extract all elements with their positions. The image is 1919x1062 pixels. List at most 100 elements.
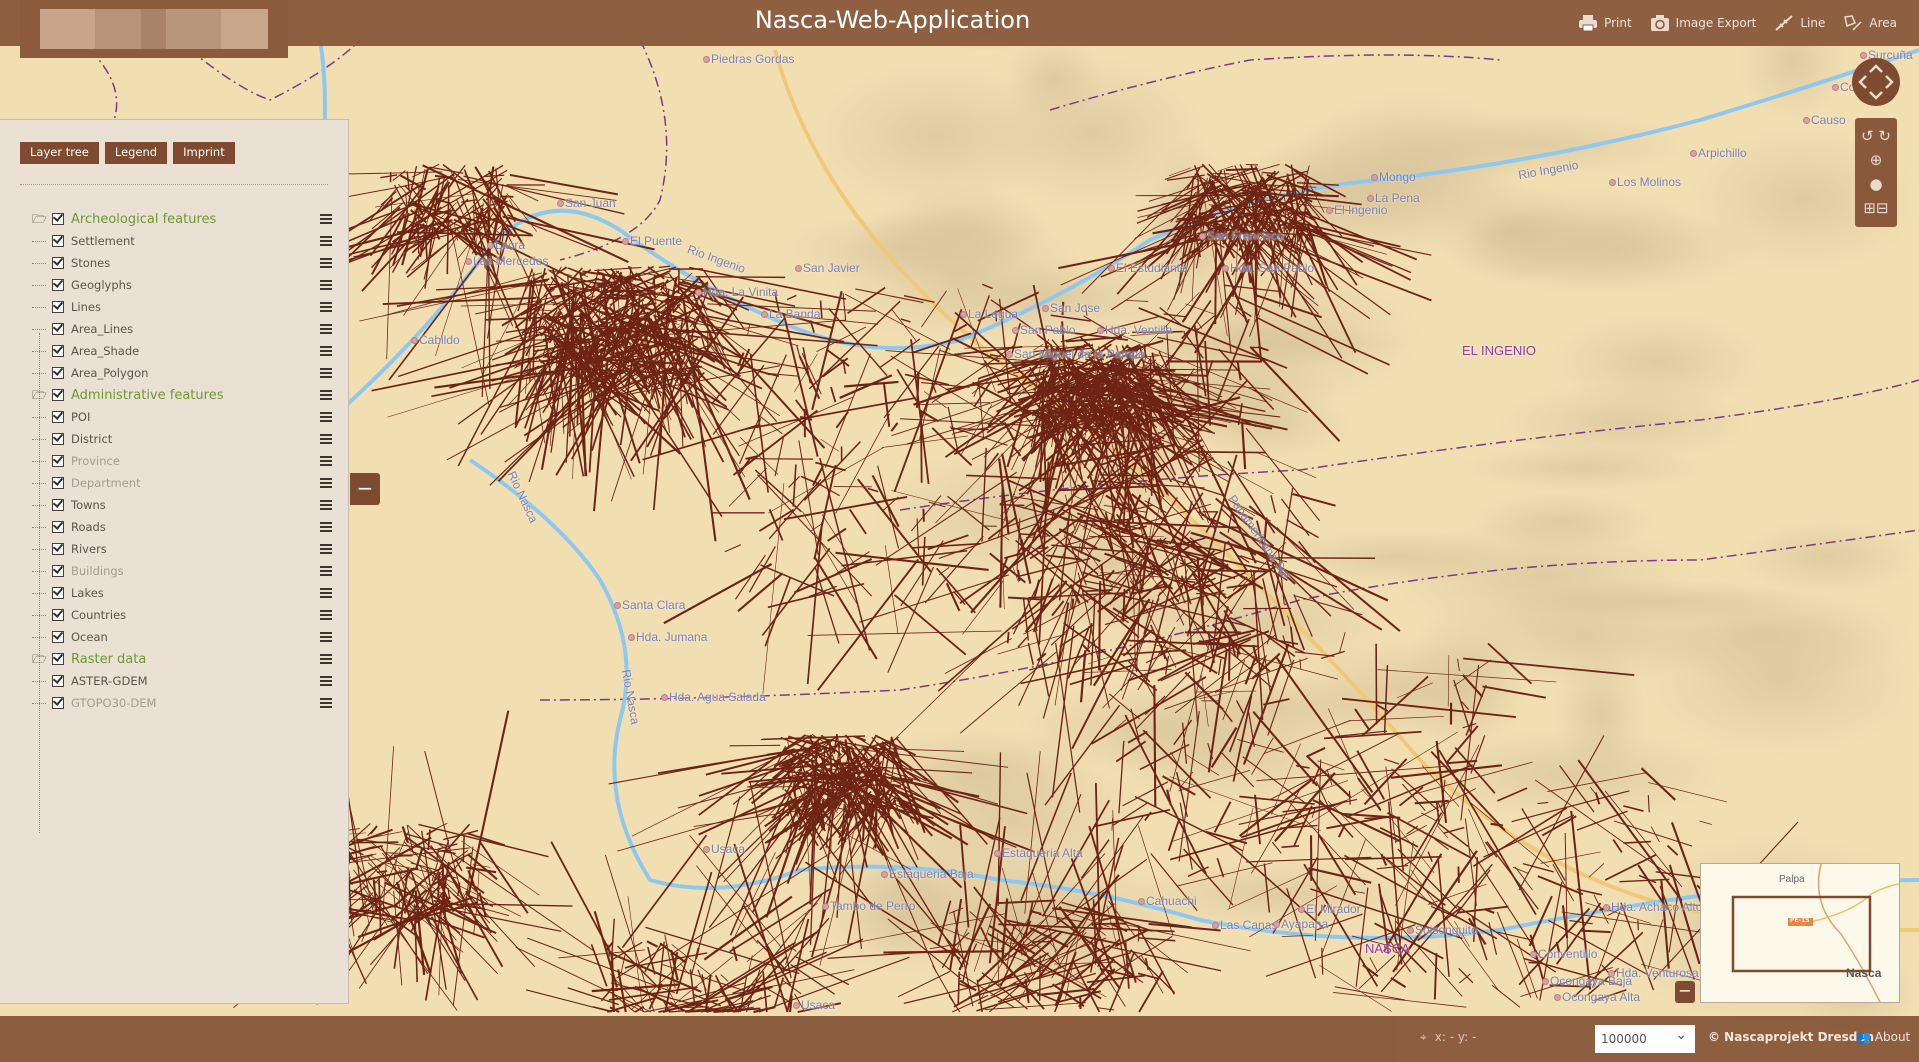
layer-checkbox[interactable]: [52, 345, 64, 357]
measure-area-button[interactable]: Area: [1843, 14, 1897, 32]
menu-icon[interactable]: [320, 676, 332, 686]
menu-icon[interactable]: [320, 214, 332, 224]
menu-icon[interactable]: [320, 500, 332, 510]
place-label: Ayapana: [1273, 917, 1328, 931]
menu-icon[interactable]: [320, 280, 332, 290]
about-link[interactable]: 👥 About: [1856, 1030, 1910, 1044]
menu-icon[interactable]: [320, 654, 332, 664]
folder-open-icon[interactable]: 🗁: [32, 388, 47, 402]
layer-item[interactable]: District: [32, 428, 332, 450]
menu-icon[interactable]: [320, 522, 332, 532]
menu-icon[interactable]: [320, 412, 332, 422]
layer-group[interactable]: 🗁 Archeological features: [32, 208, 332, 230]
layer-item[interactable]: Towns: [32, 494, 332, 516]
menu-icon[interactable]: [320, 456, 332, 466]
place-label: San Juan: [557, 196, 616, 210]
redo-icon[interactable]: ↻: [1878, 127, 1891, 145]
layer-checkbox[interactable]: [52, 213, 64, 225]
measure-line-button[interactable]: Line: [1774, 14, 1825, 32]
layer-checkbox[interactable]: [52, 675, 64, 687]
layer-item[interactable]: GTOPO30-DEM: [32, 692, 332, 714]
geoglyph-line: [1490, 822, 1503, 827]
layer-group[interactable]: 🗁 Raster data: [32, 648, 332, 670]
layer-checkbox[interactable]: [52, 301, 64, 313]
layer-checkbox[interactable]: [52, 609, 64, 621]
layer-item[interactable]: Province: [32, 450, 332, 472]
layer-item[interactable]: Buildings: [32, 560, 332, 582]
layer-item[interactable]: Ocean: [32, 626, 332, 648]
layer-item[interactable]: Area_Lines: [32, 318, 332, 340]
layer-group[interactable]: 🗁 Administrative features: [32, 384, 332, 406]
layer-checkbox[interactable]: [52, 499, 64, 511]
town-marker-icon: [822, 903, 829, 911]
layer-item[interactable]: Lines: [32, 296, 332, 318]
menu-icon[interactable]: [320, 610, 332, 620]
layer-item[interactable]: Countries: [32, 604, 332, 626]
menu-icon[interactable]: [320, 258, 332, 268]
layer-item[interactable]: Area_Polygon: [32, 362, 332, 384]
menu-icon[interactable]: [320, 324, 332, 334]
menu-icon[interactable]: [320, 632, 332, 642]
print-button[interactable]: Print: [1578, 14, 1632, 32]
layer-checkbox[interactable]: [52, 477, 64, 489]
layer-item[interactable]: Department: [32, 472, 332, 494]
menu-icon[interactable]: [320, 544, 332, 554]
place-label: Hda. San Pablo: [1222, 261, 1314, 275]
layer-item[interactable]: Area_Shade: [32, 340, 332, 362]
pan-control[interactable]: [1852, 58, 1900, 106]
overview-map[interactable]: Palpa Nasca PE-1S: [1700, 863, 1900, 1003]
menu-icon[interactable]: [320, 368, 332, 378]
menu-icon[interactable]: [320, 588, 332, 598]
layer-checkbox[interactable]: [52, 631, 64, 643]
layer-checkbox[interactable]: [52, 653, 64, 665]
measure-area-icon: [1844, 15, 1862, 31]
town-marker-icon: [1367, 195, 1374, 203]
scale-select[interactable]: 100000 ⌄: [1595, 1025, 1695, 1053]
layer-checkbox[interactable]: [52, 389, 64, 401]
layer-checkbox[interactable]: [52, 455, 64, 467]
layer-checkbox[interactable]: [52, 367, 64, 379]
layer-checkbox[interactable]: [52, 433, 64, 445]
layer-checkbox[interactable]: [52, 543, 64, 555]
town-marker-icon: [465, 258, 472, 266]
layer-item[interactable]: Lakes: [32, 582, 332, 604]
undo-icon[interactable]: ↺: [1861, 127, 1874, 145]
menu-icon[interactable]: [320, 434, 332, 444]
menu-icon[interactable]: [320, 566, 332, 576]
menu-icon[interactable]: [320, 390, 332, 400]
layer-checkbox[interactable]: [52, 235, 64, 247]
place-label: Hda. La Vinita: [695, 285, 778, 299]
layer-item[interactable]: Stones: [32, 252, 332, 274]
layer-checkbox[interactable]: [52, 587, 64, 599]
layer-item[interactable]: Geoglyphs: [32, 274, 332, 296]
folder-open-icon[interactable]: 🗁: [32, 652, 47, 666]
menu-icon[interactable]: [320, 698, 332, 708]
layer-item[interactable]: Roads: [32, 516, 332, 538]
menu-icon[interactable]: [320, 346, 332, 356]
layer-item[interactable]: ASTER-GDEM: [32, 670, 332, 692]
layer-checkbox[interactable]: [52, 411, 64, 423]
tab-imprint[interactable]: Imprint: [173, 142, 235, 164]
layer-checkbox[interactable]: [52, 279, 64, 291]
collapse-panel-button[interactable]: −: [350, 473, 380, 505]
menu-icon[interactable]: [320, 302, 332, 312]
layer-checkbox[interactable]: [52, 323, 64, 335]
image-export-button[interactable]: Image Export: [1650, 14, 1756, 32]
menu-icon[interactable]: [320, 236, 332, 246]
layer-checkbox[interactable]: [52, 521, 64, 533]
folder-open-icon[interactable]: 🗁: [32, 212, 47, 226]
layer-item[interactable]: Settlement: [32, 230, 332, 252]
menu-icon[interactable]: [320, 478, 332, 488]
layer-checkbox[interactable]: [52, 697, 64, 709]
globe-icon[interactable]: ●: [1855, 172, 1897, 196]
layer-item[interactable]: POI: [32, 406, 332, 428]
layer-checkbox[interactable]: [52, 565, 64, 577]
town-marker-icon: [557, 200, 564, 208]
overview-collapse-button[interactable]: −: [1675, 981, 1695, 1003]
tab-legend[interactable]: Legend: [104, 142, 168, 164]
layer-checkbox[interactable]: [52, 257, 64, 269]
zoom-in-icon[interactable]: ⊕: [1855, 148, 1897, 172]
zoom-plus-minus-icon[interactable]: ⊞⊟: [1855, 196, 1897, 220]
layer-item[interactable]: Rivers: [32, 538, 332, 560]
tab-layer-tree[interactable]: Layer tree: [20, 142, 99, 164]
